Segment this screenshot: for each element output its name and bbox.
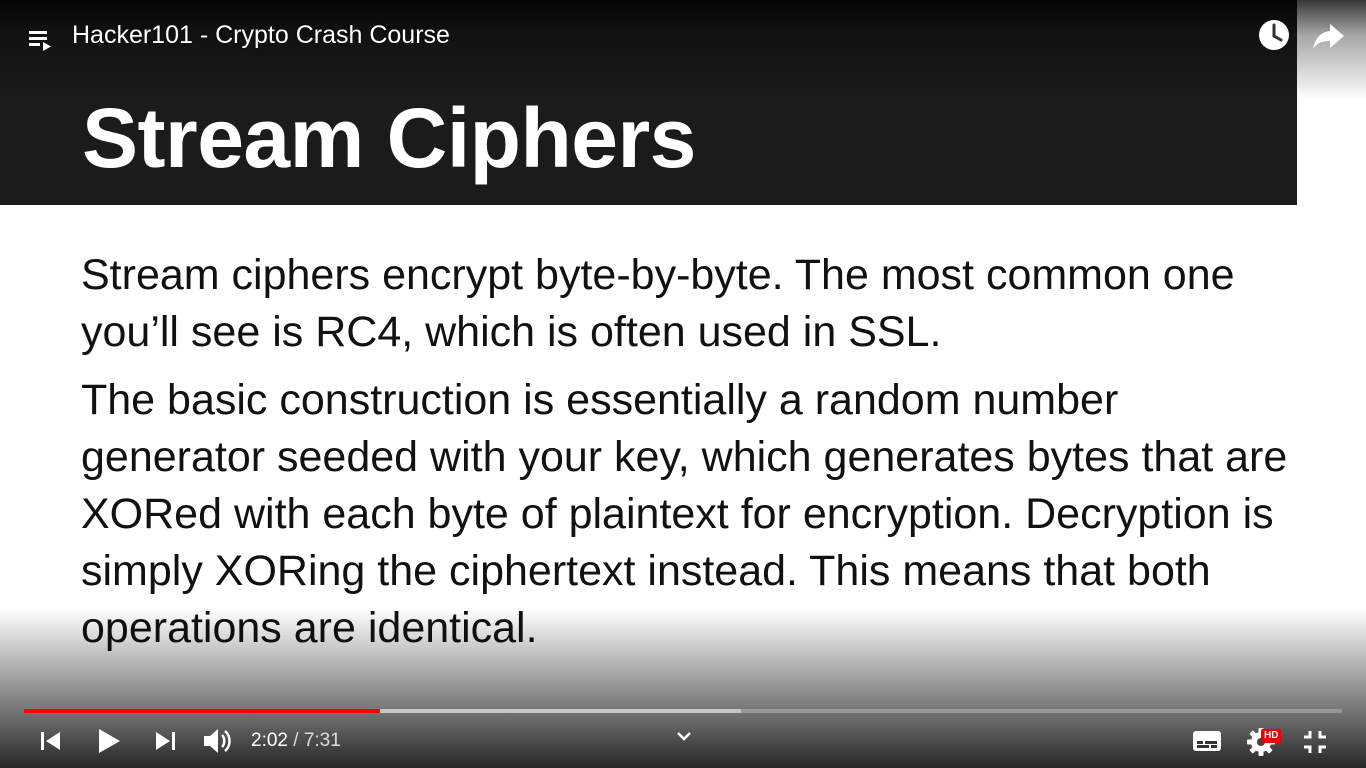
progress-played	[24, 709, 380, 713]
slide-paragraph: Stream ciphers encrypt byte-by-byte. The…	[81, 251, 1235, 356]
skip-next-icon[interactable]	[150, 726, 180, 756]
player-top-bar: Hacker101 - Crypto Crash Course	[0, 0, 1366, 72]
exit-fullscreen-icon[interactable]	[1298, 725, 1332, 759]
time-display: 2:02 / 7:31	[251, 730, 341, 752]
time-separator: /	[287, 730, 304, 751]
video-title[interactable]: Hacker101 - Crypto Crash Course	[72, 21, 450, 50]
slide-title: Stream Ciphers	[82, 91, 696, 185]
slide-body: Stream ciphers encrypt byte-by-byte. The…	[81, 247, 1311, 668]
subtitles-icon[interactable]	[1190, 726, 1224, 756]
play-icon[interactable]	[92, 724, 126, 758]
clock-icon[interactable]	[1255, 16, 1293, 54]
player-controls: 2:02 / 7:31 HD	[0, 716, 1366, 768]
slide-paragraph: The basic construction is essentially a …	[81, 376, 1288, 652]
duration: 7:31	[303, 730, 341, 751]
playlist-icon[interactable]	[24, 22, 58, 56]
share-arrow-icon[interactable]	[1308, 16, 1348, 56]
current-time: 2:02	[251, 730, 288, 751]
chevron-down-icon[interactable]	[672, 724, 696, 748]
skip-previous-icon[interactable]	[36, 726, 66, 756]
video-frame[interactable]: Stream Ciphers Stream ciphers encrypt by…	[0, 0, 1366, 768]
progress-bar[interactable]	[24, 707, 1342, 715]
hd-badge: HD	[1261, 729, 1282, 743]
volume-icon[interactable]	[200, 724, 236, 758]
